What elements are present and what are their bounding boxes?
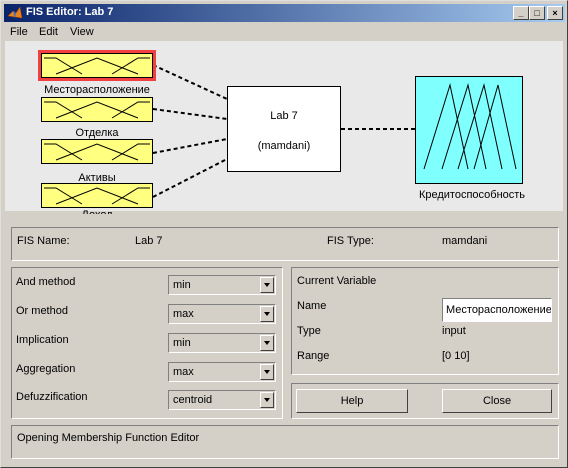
methods-panel: And method min Or method max Implication…	[11, 267, 283, 419]
variable-name-label: Name	[297, 300, 327, 312]
chevron-down-icon[interactable]	[260, 306, 274, 322]
and-method-select[interactable]: min	[168, 275, 276, 295]
and-method-label: And method	[16, 276, 76, 288]
status-text: Opening Membership Function Editor	[17, 432, 200, 444]
variable-type-label: Type	[297, 325, 321, 337]
or-method-label: Or method	[16, 305, 68, 317]
minimize-button[interactable]: _	[513, 6, 529, 20]
input-variable-box[interactable]	[38, 50, 156, 81]
defuzzification-label: Defuzzification	[16, 391, 88, 403]
implication-value: min	[173, 337, 191, 349]
fis-type-value: mamdani	[442, 235, 488, 247]
chevron-down-icon[interactable]	[260, 277, 274, 293]
aggregation-select[interactable]: max	[168, 362, 276, 382]
menu-edit[interactable]: Edit	[39, 26, 58, 38]
maximize-icon: □	[534, 8, 540, 18]
input-label: Доход	[32, 210, 162, 214]
output-membership-functions-icon	[423, 83, 517, 170]
and-method-value: min	[173, 279, 191, 291]
variable-range-value: [0 10]	[442, 350, 470, 362]
input-label: Месторасположение	[44, 84, 150, 96]
defuzzification-value: centroid	[173, 394, 213, 406]
close-icon: ×	[552, 8, 558, 18]
fis-system-box[interactable]: Lab 7 (mamdani)	[227, 86, 341, 172]
aggregation-label: Aggregation	[16, 363, 76, 375]
output-label: Кредитоспособность	[418, 189, 526, 201]
variable-type-value: input	[442, 325, 466, 337]
minimize-icon: _	[518, 8, 524, 18]
buttons-panel: Help Close	[291, 383, 559, 419]
close-button[interactable]: Close	[442, 389, 552, 413]
chevron-down-icon[interactable]	[260, 392, 274, 408]
input-variable-box[interactable]	[41, 97, 153, 122]
menu-bar: File Edit View	[4, 23, 565, 42]
current-variable-panel: Current Variable Name Месторасположение …	[291, 267, 559, 375]
defuzzification-select[interactable]: centroid	[168, 390, 276, 410]
membership-functions-icon	[44, 101, 150, 119]
help-button[interactable]: Help	[296, 389, 408, 413]
implication-select[interactable]: min	[168, 333, 276, 353]
window-title: FIS Editor: Lab 7	[26, 6, 114, 18]
maximize-button[interactable]: □	[529, 6, 545, 20]
or-method-select[interactable]: max	[168, 304, 276, 324]
input-variable-box[interactable]	[41, 183, 153, 208]
close-window-button[interactable]: ×	[547, 6, 563, 20]
output-variable-box[interactable]	[415, 76, 523, 184]
aggregation-value: max	[173, 366, 194, 378]
membership-functions-icon	[44, 187, 150, 205]
implication-label: Implication	[16, 334, 69, 346]
fis-name-label: FIS Name:	[17, 235, 70, 247]
matlab-logo-icon	[7, 6, 23, 19]
menu-file[interactable]: File	[10, 26, 28, 38]
variable-name-field[interactable]: Месторасположение	[442, 298, 552, 322]
membership-functions-icon	[44, 57, 150, 75]
title-bar[interactable]: FIS Editor: Lab 7 _ □ ×	[4, 4, 565, 22]
input-variable-box[interactable]	[41, 139, 153, 164]
fis-name-value: Lab 7	[135, 235, 163, 247]
chevron-down-icon[interactable]	[260, 335, 274, 351]
or-method-value: max	[173, 308, 194, 320]
membership-functions-icon	[44, 143, 150, 161]
fis-info-panel: FIS Name: Lab 7 FIS Type: mamdani	[11, 227, 559, 261]
chevron-down-icon[interactable]	[260, 364, 274, 380]
fis-diagram: Месторасположение Отделка Активы Lab 7 (…	[5, 41, 563, 214]
current-variable-heading: Current Variable	[297, 275, 377, 287]
menu-view[interactable]: View	[70, 26, 94, 38]
fis-type-label: FIS Type:	[327, 235, 374, 247]
variable-range-label: Range	[297, 350, 330, 362]
input-label: Отделка	[75, 127, 119, 139]
status-panel: Opening Membership Function Editor	[11, 425, 559, 459]
system-type: (mamdani)	[257, 140, 311, 152]
system-name: Lab 7	[270, 110, 298, 122]
fis-editor-window: FIS Editor: Lab 7 _ □ × File Edit View М…	[0, 0, 568, 468]
